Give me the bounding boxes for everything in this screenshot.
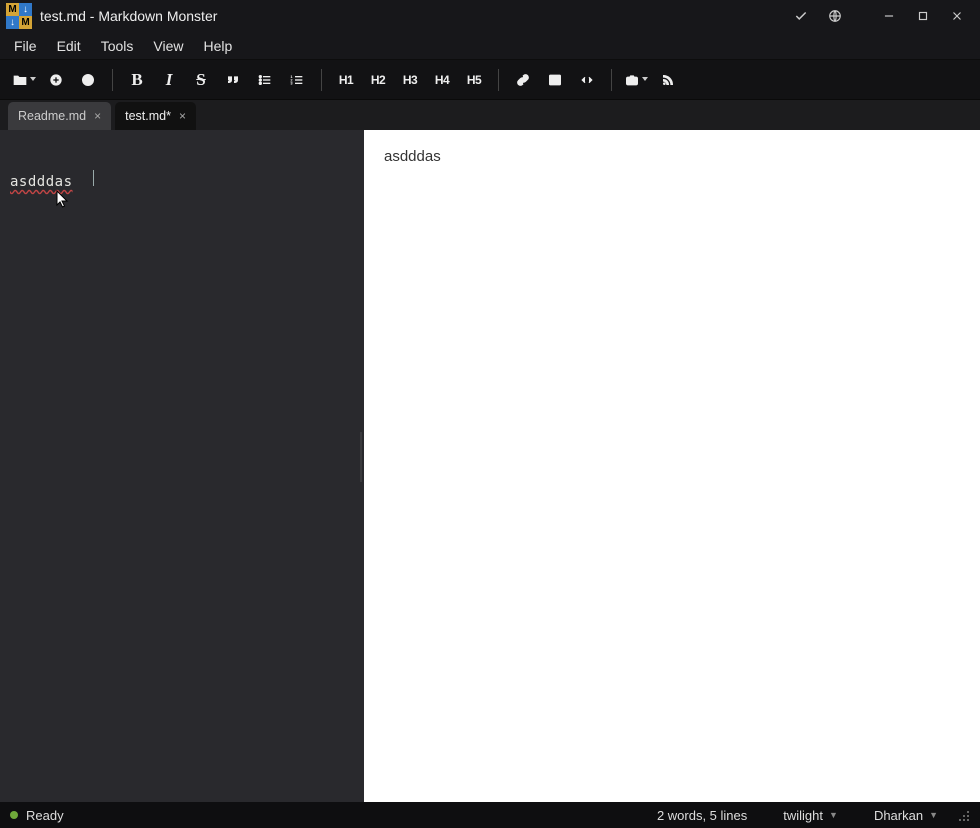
chevron-down-icon: ▼ xyxy=(929,810,938,820)
editor-theme-label: twilight xyxy=(783,808,823,823)
status-ready: Ready xyxy=(26,808,64,823)
menu-help[interactable]: Help xyxy=(193,35,242,57)
tab-close-icon[interactable]: × xyxy=(179,109,186,123)
bold-button[interactable]: B xyxy=(123,66,151,94)
editor-content: asdddas xyxy=(10,174,73,190)
tab-readme[interactable]: Readme.md × xyxy=(8,102,111,130)
open-folder-button[interactable] xyxy=(10,66,38,94)
toolbar-separator xyxy=(321,69,322,91)
menu-bar: File Edit Tools View Help xyxy=(0,32,980,60)
preview-pane: asdddas xyxy=(364,130,980,802)
chevron-down-icon: ▼ xyxy=(829,810,838,820)
screenshot-button[interactable] xyxy=(622,66,650,94)
h5-button[interactable]: H5 xyxy=(460,66,488,94)
close-button[interactable] xyxy=(940,0,974,32)
h1-button[interactable]: H1 xyxy=(332,66,360,94)
tab-test[interactable]: test.md* × xyxy=(115,102,196,130)
tab-label: test.md* xyxy=(125,109,171,123)
italic-button[interactable]: I xyxy=(155,66,183,94)
svg-text:3: 3 xyxy=(290,80,293,85)
title-bar: M↓↓M test.md - Markdown Monster xyxy=(0,0,980,32)
tab-label: Readme.md xyxy=(18,109,86,123)
bullet-list-button[interactable] xyxy=(251,66,279,94)
maximize-button[interactable] xyxy=(906,0,940,32)
window-title: test.md - Markdown Monster xyxy=(40,8,217,24)
editor-theme-selector[interactable]: twilight ▼ xyxy=(765,808,856,823)
split-handle[interactable] xyxy=(358,130,364,802)
link-button[interactable] xyxy=(509,66,537,94)
h4-button[interactable]: H4 xyxy=(428,66,456,94)
minimize-button[interactable] xyxy=(872,0,906,32)
save-button[interactable] xyxy=(74,66,102,94)
tab-close-icon[interactable]: × xyxy=(94,109,101,123)
status-bar: Ready 2 words, 5 lines twilight ▼ Dharka… xyxy=(0,802,980,828)
rss-button[interactable] xyxy=(654,66,682,94)
globe-icon[interactable] xyxy=(818,0,852,32)
menu-tools[interactable]: Tools xyxy=(91,35,144,57)
main-split: asdddas asdddas xyxy=(0,130,980,802)
menu-view[interactable]: View xyxy=(143,35,193,57)
editor-pane[interactable]: asdddas xyxy=(0,130,358,802)
preview-content: asdddas xyxy=(384,148,441,165)
status-indicator-icon xyxy=(10,811,18,819)
new-file-button[interactable] xyxy=(42,66,70,94)
preview-theme-label: Dharkan xyxy=(874,808,923,823)
menu-edit[interactable]: Edit xyxy=(47,35,91,57)
quote-button[interactable] xyxy=(219,66,247,94)
toolbar-separator xyxy=(112,69,113,91)
mouse-cursor-icon xyxy=(56,190,70,210)
tab-strip: Readme.md × test.md* × xyxy=(0,100,980,130)
resize-grip-icon[interactable] xyxy=(956,808,970,822)
image-button[interactable] xyxy=(541,66,569,94)
menu-file[interactable]: File xyxy=(4,35,47,57)
app-logo-icon: M↓↓M xyxy=(6,3,32,29)
h3-button[interactable]: H3 xyxy=(396,66,424,94)
toolbar-separator xyxy=(611,69,612,91)
status-word-count: 2 words, 5 lines xyxy=(639,808,765,823)
code-button[interactable] xyxy=(573,66,601,94)
check-icon[interactable] xyxy=(784,0,818,32)
toolbar-separator xyxy=(498,69,499,91)
toolbar: B I S 123 H1 H2 H3 H4 H5 xyxy=(0,60,980,100)
strikethrough-button[interactable]: S xyxy=(187,66,215,94)
preview-theme-selector[interactable]: Dharkan ▼ xyxy=(856,808,956,823)
h2-button[interactable]: H2 xyxy=(364,66,392,94)
numbered-list-button[interactable]: 123 xyxy=(283,66,311,94)
editor-caret xyxy=(93,170,94,186)
